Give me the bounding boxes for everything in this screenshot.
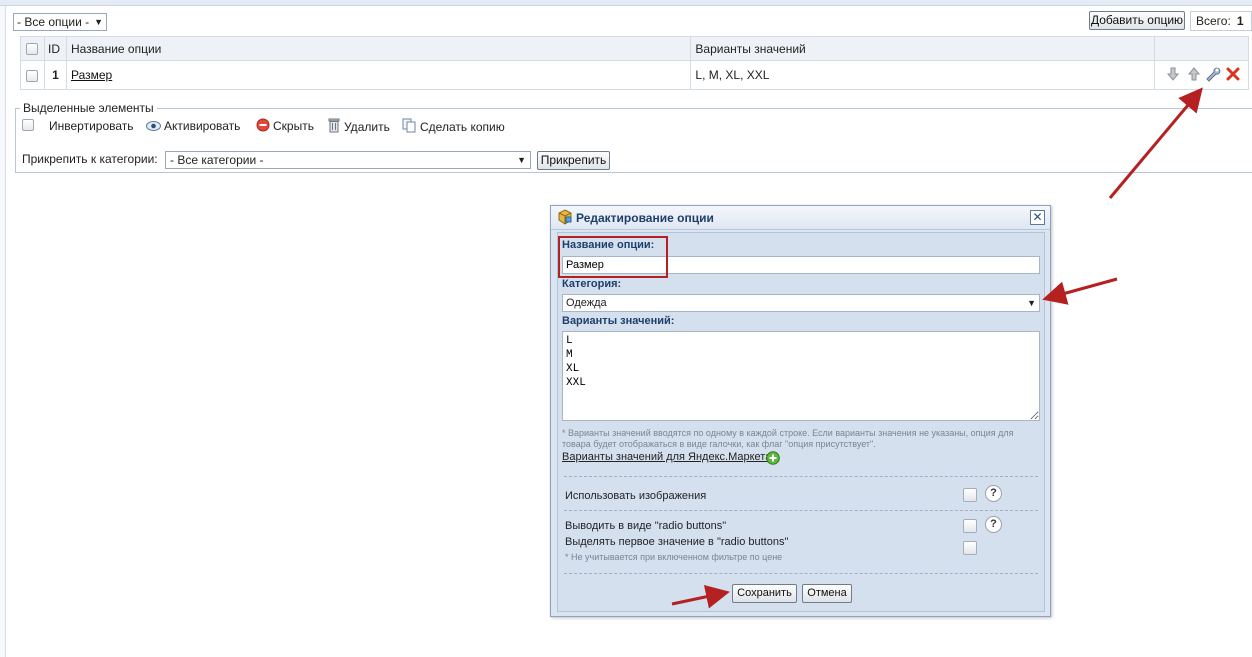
invert-checkbox[interactable] — [22, 119, 34, 131]
table-row: 1 Размер L, M, XL, XXL — [20, 60, 1249, 90]
trash-icon — [326, 118, 341, 133]
minus-circle-icon — [255, 118, 270, 132]
cancel-button[interactable]: Отмена — [802, 584, 852, 603]
category-value: Одежда — [566, 297, 607, 309]
divider — [564, 510, 1038, 511]
radio-first-checkbox[interactable] — [963, 541, 977, 555]
values-label: Варианты значений: — [562, 315, 675, 327]
left-edge — [0, 6, 6, 657]
attach-button[interactable]: Прикрепить — [537, 151, 610, 170]
option-filter-select[interactable]: - Все опции - ▼ — [13, 13, 107, 31]
col-id[interactable]: ID — [43, 36, 67, 61]
chevron-down-icon: ▼ — [517, 155, 526, 165]
attach-category-value: - Все категории - — [170, 153, 264, 167]
attach-category-label: Прикрепить к категории: — [22, 152, 158, 166]
copy-action[interactable]: Сделать копию — [402, 118, 505, 135]
select-all-checkbox[interactable] — [26, 43, 39, 56]
eye-icon — [146, 120, 161, 134]
col-name[interactable]: Название опции — [65, 36, 692, 61]
delete-action[interactable]: Удалить — [326, 118, 390, 135]
chevron-down-icon: ▼ — [1027, 298, 1036, 308]
attach-category-select[interactable]: - Все категории - ▼ — [165, 151, 531, 169]
activate-action[interactable]: Активировать — [146, 118, 240, 134]
top-bar — [0, 0, 1252, 6]
add-icon[interactable] — [766, 451, 780, 465]
cube-icon — [557, 209, 573, 225]
dialog-titlebar[interactable]: Редактирование опции ✕ — [551, 206, 1050, 230]
table-header: ID Название опции Варианты значений — [20, 36, 1249, 61]
row-values: L, M, XL, XXL — [690, 60, 1156, 90]
select-all-cell — [20, 36, 45, 61]
move-up-icon[interactable] — [1186, 66, 1202, 82]
col-values: Варианты значений — [690, 36, 1156, 61]
row-checkbox-cell — [20, 60, 45, 90]
row-checkbox[interactable] — [26, 69, 39, 82]
radio-buttons-label: Выводить в виде "radio buttons" — [565, 520, 727, 532]
values-textarea[interactable]: L M XL XXL — [562, 331, 1040, 421]
dialog-title: Редактирование опции — [576, 211, 714, 225]
copy-label: Сделать копию — [420, 120, 505, 134]
delete-icon[interactable] — [1225, 66, 1241, 82]
total-label: Всего: — [1196, 14, 1231, 28]
col-actions — [1154, 36, 1249, 61]
radio-note: * Не учитывается при включенном фильтре … — [565, 552, 783, 562]
radio-buttons-checkbox[interactable] — [963, 519, 977, 533]
options-table: ID Название опции Варианты значений 1 Ра… — [20, 36, 1249, 90]
annotation-arrow-category — [1042, 277, 1118, 305]
highlight-box — [558, 236, 668, 278]
radio-first-label: Выделять первое значение в "radio button… — [565, 536, 789, 548]
option-filter-value: - Все опции - — [17, 15, 90, 29]
help-icon[interactable]: ? — [985, 485, 1002, 502]
category-select[interactable]: Одежда ▼ — [562, 294, 1040, 312]
values-hint-line-2: товара будет отображаться в виде галочки… — [562, 439, 876, 449]
close-icon[interactable]: ✕ — [1030, 210, 1045, 225]
use-images-label: Использовать изображения — [565, 490, 707, 502]
yandex-values-link[interactable]: Варианты значений для Яндекс.Маркета — [562, 451, 771, 463]
values-hint-line-1: * Варианты значений вводятся по одному в… — [562, 428, 1014, 438]
total-value: 1 — [1236, 14, 1244, 28]
total-count: Всего: 1 — [1190, 11, 1252, 31]
selected-elements-legend: Выделенные элементы — [23, 101, 154, 115]
hide-label: Скрыть — [273, 119, 314, 133]
row-name-cell: Размер — [65, 60, 692, 90]
row-id: 1 — [43, 60, 67, 90]
divider — [564, 573, 1038, 574]
divider — [564, 476, 1038, 477]
add-option-button[interactable]: Добавить опцию — [1089, 11, 1185, 30]
move-down-icon[interactable] — [1165, 66, 1181, 82]
category-label: Категория: — [562, 278, 622, 290]
save-button[interactable]: Сохранить — [732, 584, 797, 603]
wrench-icon[interactable] — [1205, 66, 1221, 82]
activate-label: Активировать — [164, 119, 241, 133]
row-name-link[interactable]: Размер — [71, 68, 112, 82]
invert-label[interactable]: Инвертировать — [49, 118, 134, 134]
use-images-checkbox[interactable] — [963, 488, 977, 502]
copy-icon — [402, 118, 417, 133]
help-icon[interactable]: ? — [985, 516, 1002, 533]
delete-label: Удалить — [344, 120, 390, 134]
hide-action[interactable]: Скрыть — [255, 118, 314, 134]
chevron-down-icon: ▼ — [94, 17, 103, 27]
